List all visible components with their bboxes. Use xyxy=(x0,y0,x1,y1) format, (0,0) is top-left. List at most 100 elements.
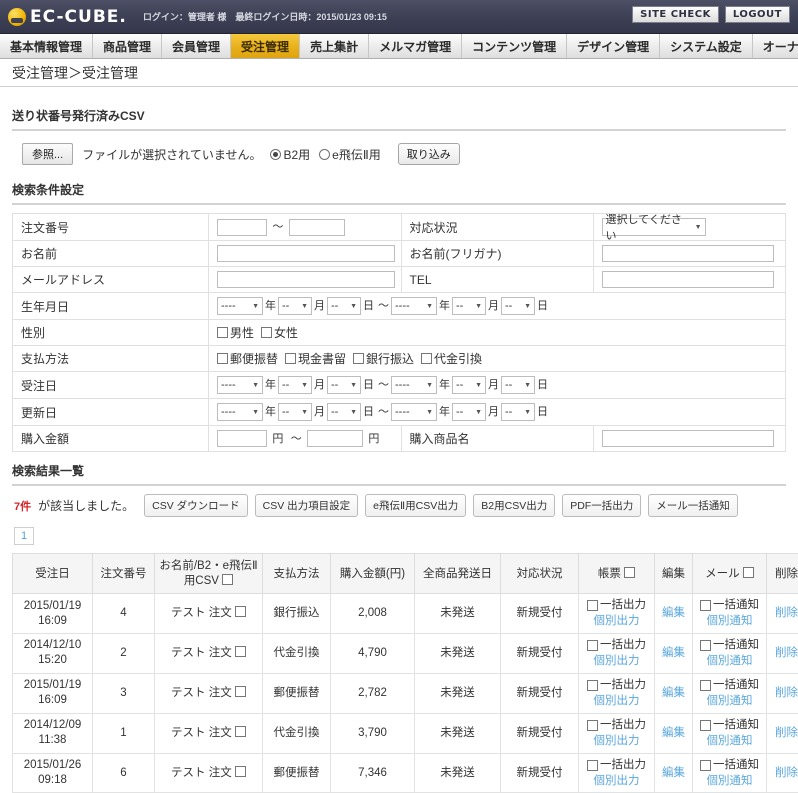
product-name-input[interactable] xyxy=(601,430,774,448)
bulk-output-checkbox[interactable] xyxy=(587,759,598,771)
logout-button[interactable]: LOGOUT xyxy=(724,6,790,23)
individual-notify-link[interactable]: 個別通知 xyxy=(707,734,753,749)
bulk-output-checkbox[interactable] xyxy=(587,719,598,731)
bulk-notify-checkbox[interactable] xyxy=(700,600,711,612)
individual-notify-link[interactable]: 個別通知 xyxy=(707,614,753,629)
gender-option-1-checkbox[interactable] xyxy=(261,327,273,338)
import-button[interactable]: 取り込み xyxy=(397,143,460,165)
row-csv-checkbox[interactable] xyxy=(234,725,246,737)
name-input[interactable] xyxy=(217,245,395,262)
nav-item-0[interactable]: 基本情報管理 xyxy=(0,34,94,58)
export-button-2[interactable]: e飛伝Ⅱ用CSV出力 xyxy=(365,494,467,518)
payment-option-0[interactable]: 郵便振替 xyxy=(217,350,278,367)
birthday-date-range-from-month[interactable]: -- ▼ xyxy=(278,297,312,315)
update-date-range-from-year[interactable]: ---- ▼ xyxy=(217,403,263,421)
export-button-3[interactable]: B2用CSV出力 xyxy=(473,494,556,518)
edit-link[interactable]: 編集 xyxy=(662,607,685,619)
update-date-range-to-day[interactable]: -- ▼ xyxy=(501,403,535,421)
edit-link[interactable]: 編集 xyxy=(662,687,685,699)
edit-link[interactable]: 編集 xyxy=(662,727,685,739)
individual-output-link[interactable]: 個別出力 xyxy=(594,774,640,789)
payment-option-1-checkbox[interactable] xyxy=(285,353,297,364)
birthday-date-range-from-day[interactable]: -- ▼ xyxy=(327,297,361,315)
bulk-output-option[interactable]: 一括出力 xyxy=(587,678,646,693)
nav-item-2[interactable]: 会員管理 xyxy=(162,34,232,58)
payment-option-0-checkbox[interactable] xyxy=(217,353,228,364)
birthday-date-range-to-year[interactable]: ---- ▼ xyxy=(391,297,437,315)
order-no-to-input[interactable] xyxy=(288,218,345,236)
pagination-page-1[interactable]: 1 xyxy=(14,527,35,546)
nav-item-8[interactable]: システム設定 xyxy=(660,34,753,58)
nav-item-9[interactable]: オーナーズストア xyxy=(753,34,798,58)
nav-item-5[interactable]: メルマガ管理 xyxy=(369,34,463,58)
bulk-output-checkbox[interactable] xyxy=(587,639,598,651)
amount-to-input[interactable] xyxy=(307,430,364,448)
edit-link[interactable]: 編集 xyxy=(662,767,685,779)
individual-notify-link[interactable]: 個別通知 xyxy=(707,694,753,709)
tel-input[interactable] xyxy=(601,271,774,288)
nav-item-6[interactable]: コンテンツ管理 xyxy=(462,34,568,58)
bulk-output-option[interactable]: 一括出力 xyxy=(587,758,646,773)
radio-ehiden[interactable]: e飛伝Ⅱ用 xyxy=(319,146,381,163)
order-date-range-to-month[interactable]: -- ▼ xyxy=(452,376,486,394)
delete-link[interactable]: 削除 xyxy=(775,647,798,659)
nav-item-1[interactable]: 商品管理 xyxy=(93,34,163,58)
export-button-1[interactable]: CSV 出力項目設定 xyxy=(254,494,359,518)
individual-output-link[interactable]: 個別出力 xyxy=(594,654,640,669)
export-button-5[interactable]: メール一括通知 xyxy=(648,494,738,518)
row-csv-checkbox[interactable] xyxy=(234,645,246,657)
order-no-from-input[interactable] xyxy=(217,218,267,236)
name-kana-input[interactable] xyxy=(601,245,774,262)
nav-item-3[interactable]: 受注管理 xyxy=(231,34,301,58)
bulk-output-option[interactable]: 一括出力 xyxy=(587,718,646,733)
individual-output-link[interactable]: 個別出力 xyxy=(594,734,640,749)
export-button-4[interactable]: PDF一括出力 xyxy=(562,494,642,518)
browse-file-button[interactable]: 参照... xyxy=(22,143,74,165)
bulk-notify-option[interactable]: 一括通知 xyxy=(700,718,759,733)
delete-link[interactable]: 削除 xyxy=(775,687,798,699)
delete-link[interactable]: 削除 xyxy=(775,767,798,779)
birthday-date-range-from-year[interactable]: ---- ▼ xyxy=(217,297,263,315)
bulk-notify-option[interactable]: 一括通知 xyxy=(700,598,759,613)
radio-b2[interactable]: B2用 xyxy=(270,146,310,163)
birthday-date-range-to-day[interactable]: -- ▼ xyxy=(501,297,535,315)
site-check-button[interactable]: SITE CHECK xyxy=(632,6,719,23)
delete-link[interactable]: 削除 xyxy=(775,607,798,619)
individual-output-link[interactable]: 個別出力 xyxy=(594,614,640,629)
bulk-output-option[interactable]: 一括出力 xyxy=(587,638,646,653)
export-button-0[interactable]: CSV ダウンロード xyxy=(144,494,248,518)
select-all-csv-checkbox[interactable] xyxy=(222,573,234,585)
individual-notify-link[interactable]: 個別通知 xyxy=(707,654,753,669)
order-date-range-from-day[interactable]: -- ▼ xyxy=(327,376,361,394)
bulk-output-checkbox[interactable] xyxy=(587,679,598,691)
order-date-range-to-year[interactable]: ---- ▼ xyxy=(391,376,437,394)
payment-option-2-checkbox[interactable] xyxy=(353,353,365,364)
update-date-range-from-month[interactable]: -- ▼ xyxy=(278,403,312,421)
payment-option-2[interactable]: 銀行振込 xyxy=(353,350,414,367)
bulk-output-option[interactable]: 一括出力 xyxy=(587,598,646,613)
bulk-notify-checkbox[interactable] xyxy=(700,639,711,651)
update-date-range-to-year[interactable]: ---- ▼ xyxy=(391,403,437,421)
bulk-notify-checkbox[interactable] xyxy=(700,679,711,691)
bulk-output-checkbox[interactable] xyxy=(587,600,598,612)
order-date-range-from-month[interactable]: -- ▼ xyxy=(278,376,312,394)
bulk-notify-option[interactable]: 一括通知 xyxy=(700,638,759,653)
bulk-notify-option[interactable]: 一括通知 xyxy=(700,678,759,693)
payment-option-3-checkbox[interactable] xyxy=(421,353,433,364)
row-csv-checkbox[interactable] xyxy=(234,685,246,697)
bulk-notify-checkbox[interactable] xyxy=(700,759,711,771)
birthday-date-range-to-month[interactable]: -- ▼ xyxy=(452,297,486,315)
edit-link[interactable]: 編集 xyxy=(662,647,685,659)
gender-option-0-checkbox[interactable] xyxy=(217,327,228,338)
update-date-range-from-day[interactable]: -- ▼ xyxy=(327,403,361,421)
order-date-range-to-day[interactable]: -- ▼ xyxy=(501,376,535,394)
row-csv-checkbox[interactable] xyxy=(234,606,246,618)
delete-link[interactable]: 削除 xyxy=(775,727,798,739)
individual-notify-link[interactable]: 個別通知 xyxy=(707,774,753,789)
nav-item-7[interactable]: デザイン管理 xyxy=(567,34,661,58)
amount-from-input[interactable] xyxy=(217,430,267,448)
payment-option-3[interactable]: 代金引換 xyxy=(421,350,482,367)
gender-option-1[interactable]: 女性 xyxy=(261,324,298,341)
payment-option-1[interactable]: 現金書留 xyxy=(285,350,346,367)
nav-item-4[interactable]: 売上集計 xyxy=(300,34,370,58)
